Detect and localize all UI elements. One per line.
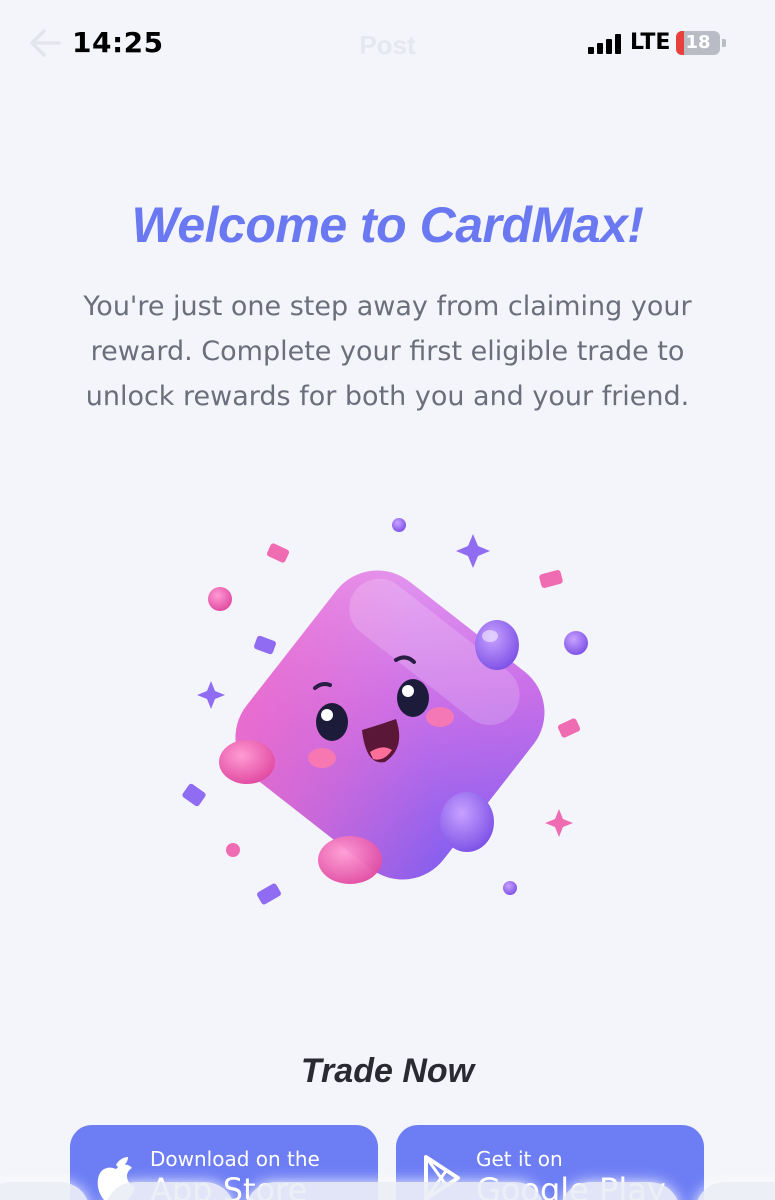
google-play-small-label: Get it on	[476, 1147, 563, 1171]
bottom-overlay	[695, 1182, 775, 1200]
bottom-overlay	[105, 1182, 235, 1200]
battery-icon: 18	[676, 31, 720, 55]
trade-now-heading: Trade Now	[300, 1052, 475, 1090]
welcome-heading: Welcome to CardMax!	[131, 197, 644, 253]
bottom-overlay	[245, 1182, 545, 1200]
bottom-overlay	[560, 1182, 680, 1200]
battery-percent: 18	[685, 32, 711, 53]
network-type: LTE	[630, 30, 671, 55]
intro-text: You're just one step away from claiming …	[83, 291, 692, 412]
battery-tip	[722, 39, 726, 47]
signal-icon	[588, 34, 622, 54]
mascot-illustration	[170, 500, 610, 920]
app-store-small-label: Download on the	[150, 1147, 320, 1171]
status-bar: 14:25 Post LTE 18	[0, 0, 775, 90]
